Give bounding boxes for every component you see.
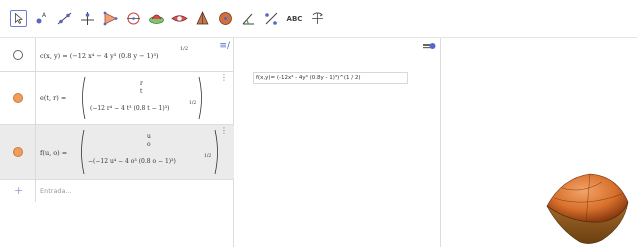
vector-entry: r [140,80,143,87]
intersect-surfaces-tool-icon[interactable] [148,10,165,27]
algebra-row-c[interactable]: c(x, y) = (−12 x⁴ − 4 y³ (0.8 y − 1)³) 1… [0,38,234,72]
input-field[interactable]: Entrada... [40,187,72,195]
left-paren [81,129,85,175]
graphics-3d-view[interactable] [442,38,637,247]
left-paren [82,76,86,120]
svg-text:A: A [42,12,47,19]
text-tool-icon[interactable]: ABC [286,10,303,27]
row-marker [0,125,36,179]
vector-entry: t [140,88,143,95]
perpendicular-line-tool-icon[interactable] [79,10,96,27]
sort-icon[interactable]: ≡∕ [219,41,230,51]
more-options-icon[interactable]: ⋮ [220,127,228,135]
exponent-c: 1/2 [180,46,189,52]
formula-c[interactable]: c(x, y) = (−12 x⁴ − 4 y³ (0.8 y − 1)³) [40,52,158,60]
visibility-toggle[interactable] [13,147,23,157]
lhs-e: e(t, r) = [40,94,67,102]
pyramid-tool-icon[interactable] [194,10,211,27]
move-tool-icon[interactable] [10,10,27,27]
exponent-f: 1/2 [204,154,212,159]
reflect-tool-icon[interactable] [263,10,280,27]
3d-surface[interactable] [542,168,632,246]
angle-tool-icon[interactable] [240,10,257,27]
right-paren [198,76,202,120]
style-bar-toggle-icon[interactable] [422,41,436,51]
toolbar: A ABC [0,0,637,38]
vector-entry: u [147,133,151,140]
visibility-toggle[interactable] [13,93,23,103]
polygon-tool-icon[interactable] [102,10,119,27]
circle-tool-icon[interactable] [125,10,142,27]
vector-entry: −(−12 u⁴ − 4 o³ (0.8 o − 1)³) [88,158,176,165]
vector-entry: o [147,141,151,148]
row-marker [0,72,36,124]
function-label[interactable]: f(x,y)= (-12x⁴ - 4y³ (0.8y - 1)³)^(1 / 2… [253,72,408,84]
algebra-row-e[interactable]: e(t, r) = r t (−12 r⁴ − 4 t³ (0.8 t − 1)… [0,72,234,125]
right-paren [214,129,218,175]
algebra-view: c(x, y) = (−12 x⁴ − 4 y³ (0.8 y − 1)³) 1… [0,38,234,247]
line-tool-icon[interactable] [56,10,73,27]
rotate-view-tool-icon[interactable] [309,10,326,27]
sphere-tool-icon[interactable] [217,10,234,27]
point-tool-icon[interactable]: A [33,10,50,27]
visibility-toggle[interactable] [13,50,23,60]
lhs-f: f(u, o) = [40,149,68,157]
algebra-row-f[interactable]: f(u, o) = u o −(−12 u⁴ − 4 o³ (0.8 o − 1… [0,125,234,180]
plus-icon: + [14,184,24,197]
more-options-icon[interactable]: ⋮ [220,74,228,82]
plane-tool-icon[interactable] [171,10,188,27]
vector-entry: (−12 r⁴ − 4 t³ (0.8 t − 1)³) [90,105,170,112]
input-bar[interactable]: + Entrada... [0,180,234,202]
exponent-e: 1/2 [189,101,197,106]
graphics-view[interactable]: f(x,y)= (-12x⁴ - 4y³ (0.8y - 1)³)^(1 / 2… [235,38,441,247]
row-marker [0,38,36,71]
row-marker: + [0,180,36,202]
